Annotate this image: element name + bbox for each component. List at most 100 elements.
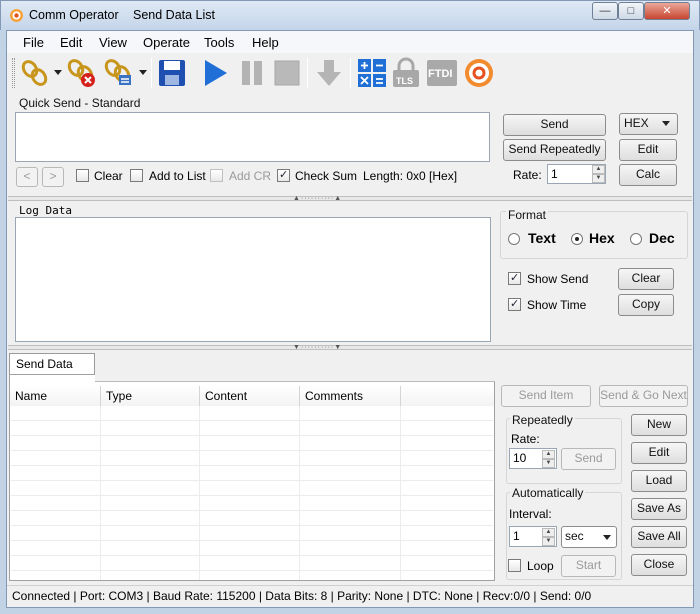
splitter-bottom[interactable] — [8, 345, 692, 350]
format-title: Format — [506, 208, 549, 222]
app-logo-icon — [10, 9, 23, 22]
menu-tools[interactable]: Tools — [204, 35, 234, 50]
save-all-button[interactable]: Save All — [631, 526, 687, 548]
menu-edit[interactable]: Edit — [60, 35, 82, 50]
grid-divider — [299, 406, 300, 580]
check-sum-label: Check Sum — [295, 169, 358, 183]
interval-label: Interval: — [509, 507, 552, 521]
edit-button[interactable]: Edit — [619, 139, 677, 161]
format-text-radio[interactable] — [508, 233, 520, 245]
show-time-checkbox[interactable] — [508, 297, 521, 311]
grid-divider — [199, 406, 200, 580]
check-sum-checkbox[interactable] — [277, 168, 290, 182]
download-icon[interactable] — [313, 57, 345, 89]
show-send-label: Show Send — [527, 272, 589, 286]
rate-down-icon[interactable]: ▼ — [592, 174, 605, 183]
loop-label: Loop — [527, 559, 554, 573]
grid-divider — [100, 406, 101, 580]
menu-view[interactable]: View — [99, 35, 127, 50]
format-dec-radio[interactable] — [630, 233, 642, 245]
show-time-label: Show Time — [527, 298, 587, 312]
add-to-list-label: Add to List — [149, 169, 206, 183]
menu-operate[interactable]: Operate — [143, 35, 190, 50]
clear-checkbox[interactable] — [76, 169, 89, 182]
add-cr-checkbox[interactable] — [210, 169, 223, 182]
send-go-next-button[interactable]: Send & Go Next — [599, 385, 688, 407]
menu-file[interactable]: File — [23, 35, 44, 50]
stop-icon[interactable] — [271, 57, 303, 89]
column-header-filler — [401, 386, 494, 406]
calculator-icon[interactable] — [356, 57, 388, 89]
column-header-content[interactable]: Content — [200, 386, 300, 406]
tls-label: TLS — [396, 76, 413, 86]
close-list-button[interactable]: Close — [631, 554, 687, 576]
format-hex-radio[interactable] — [571, 233, 583, 245]
send-button[interactable]: Send — [503, 114, 606, 136]
splitter-grip-icon: ▲··········▲ — [293, 195, 343, 202]
menu-help[interactable]: Help — [252, 35, 279, 50]
loop-checkbox[interactable] — [508, 559, 521, 572]
rate-label: Rate: — [513, 168, 542, 182]
splitter-top[interactable] — [8, 196, 692, 201]
toolbar-separator — [350, 58, 351, 88]
nav-prev-button[interactable]: < — [16, 167, 38, 187]
grid-divider — [400, 406, 401, 580]
column-header-name[interactable]: Name — [10, 386, 101, 406]
repeat-send-button[interactable]: Send — [561, 448, 616, 470]
length-text: Length: 0x0 [Hex] — [363, 169, 458, 183]
repeatedly-title: Repeatedly — [510, 413, 575, 427]
status-bar: Connected | Port: COM3 | Baud Rate: 1152… — [7, 585, 693, 607]
chevron-down-icon — [603, 535, 611, 540]
clear-log-button[interactable]: Clear — [618, 268, 674, 290]
calc-button[interactable]: Calc — [619, 164, 677, 186]
save-as-button[interactable]: Save As — [631, 498, 687, 520]
rate-up-icon[interactable]: ▲ — [592, 165, 605, 174]
interval-unit-value: sec — [565, 529, 584, 543]
splitter-grip-icon: ▼··········▼ — [293, 344, 343, 351]
toolbar-separator — [307, 58, 308, 88]
play-icon[interactable] — [199, 57, 231, 89]
disconnect-icon[interactable] — [66, 57, 98, 89]
tab-strip — [95, 374, 495, 382]
chevron-down-icon — [662, 121, 670, 126]
list-edit-button[interactable]: Edit — [631, 442, 687, 464]
toolbar-grip — [12, 58, 15, 88]
toolbar-separator — [151, 58, 152, 88]
show-send-checkbox[interactable] — [508, 271, 521, 285]
add-to-list-checkbox[interactable] — [130, 169, 143, 182]
interval-up-icon[interactable]: ▲ — [542, 528, 555, 537]
interval-down-icon[interactable]: ▼ — [542, 537, 555, 546]
copy-log-button[interactable]: Copy — [618, 294, 674, 316]
log-output[interactable] — [15, 217, 491, 342]
maximize-button[interactable]: □ — [618, 2, 644, 20]
send-repeatedly-button[interactable]: Send Repeatedly — [503, 139, 606, 161]
column-header-type[interactable]: Type — [101, 386, 200, 406]
connect-options-icon[interactable] — [103, 57, 135, 89]
logo-icon[interactable] — [463, 57, 495, 89]
minimize-button[interactable]: — — [592, 2, 618, 20]
add-cr-label: Add CR — [229, 169, 272, 183]
format-select-value: HEX — [624, 116, 649, 130]
pause-icon[interactable] — [236, 57, 268, 89]
format-dec-label: Dec — [649, 230, 675, 246]
new-button[interactable]: New — [631, 414, 687, 436]
connect-dropdown-icon[interactable] — [54, 70, 62, 76]
clear-label: Clear — [94, 169, 123, 183]
ftdi-label: FTDI — [428, 68, 453, 80]
quick-send-input[interactable] — [15, 112, 490, 162]
send-item-button[interactable]: Send Item — [501, 385, 591, 407]
connect-icon[interactable] — [19, 57, 51, 89]
close-window-button[interactable]: ✕ — [644, 2, 690, 20]
start-button[interactable]: Start — [561, 555, 616, 577]
nav-next-button[interactable]: > — [42, 167, 64, 187]
repeat-rate-down-icon[interactable]: ▼ — [542, 459, 555, 468]
options-dropdown-icon[interactable] — [139, 70, 147, 76]
document-title: Send Data List — [133, 8, 215, 22]
load-button[interactable]: Load — [631, 470, 687, 492]
tab-send-data-list[interactable]: Send Data List — [9, 353, 95, 391]
repeat-rate-up-icon[interactable]: ▲ — [542, 450, 555, 459]
save-icon[interactable] — [156, 57, 188, 89]
app-title: Comm Operator — [29, 8, 119, 22]
column-header-comments[interactable]: Comments — [300, 386, 401, 406]
log-title: Log Data — [19, 204, 72, 217]
